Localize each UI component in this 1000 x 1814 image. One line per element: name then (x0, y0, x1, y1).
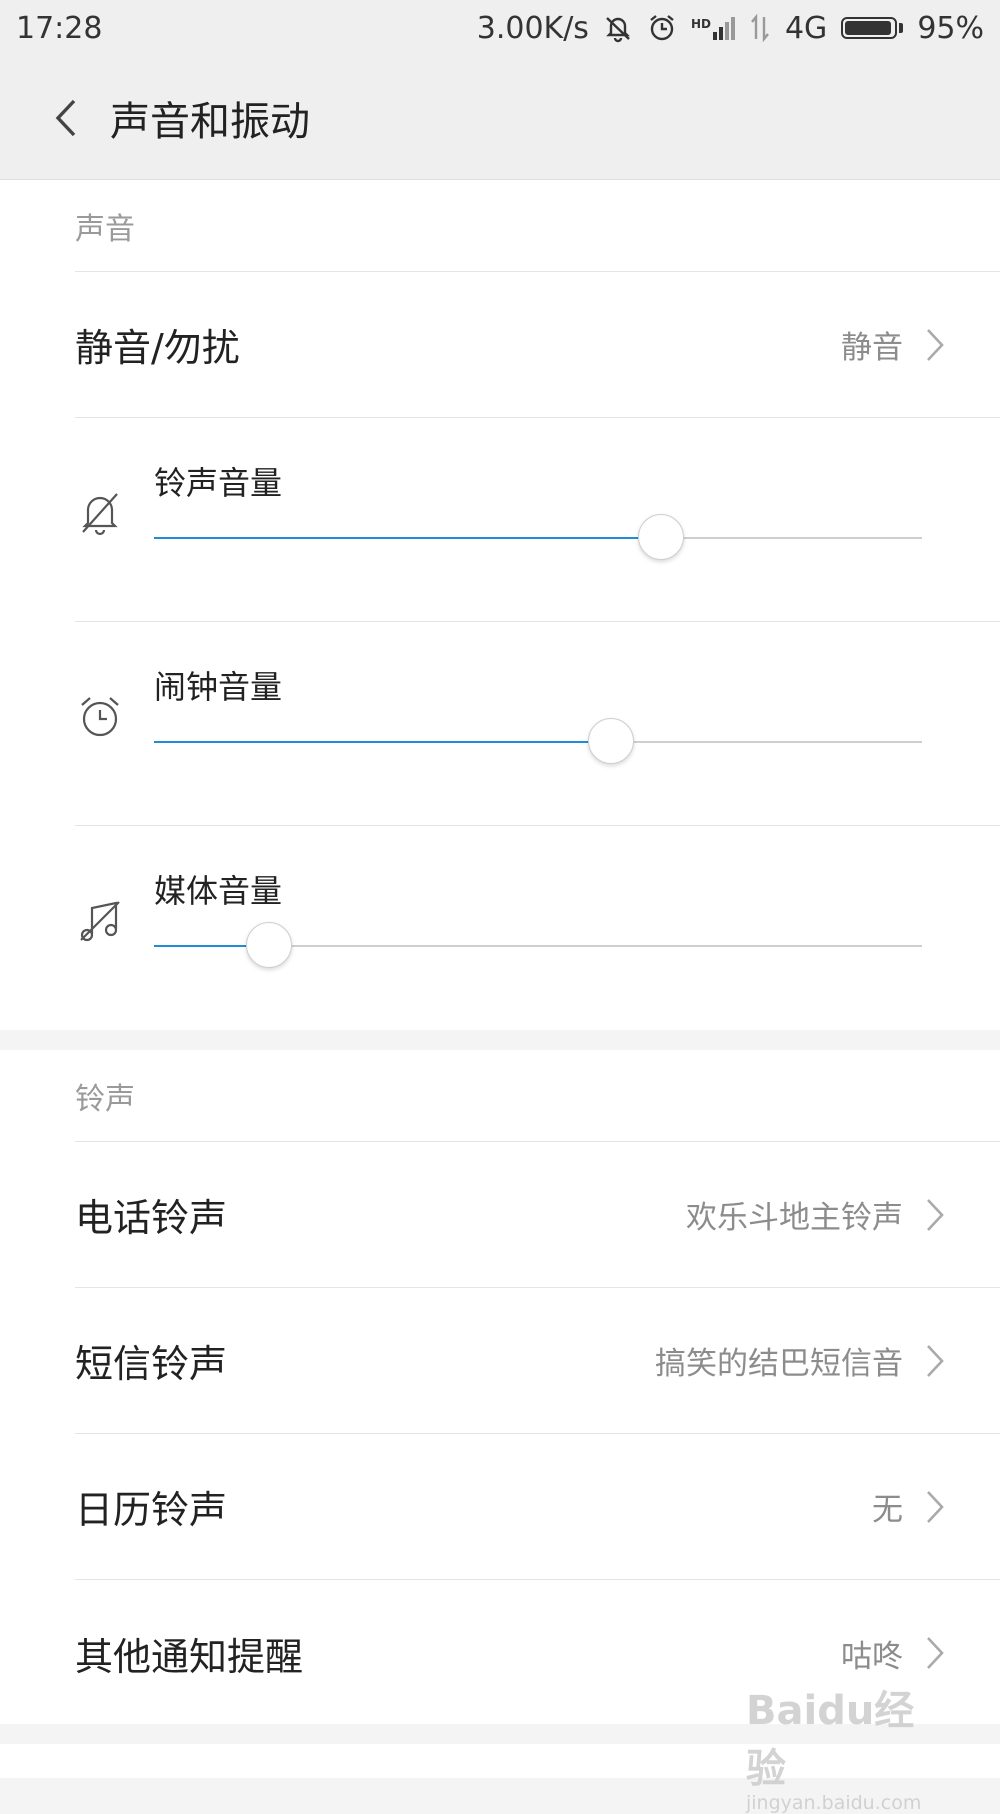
phone-ringtone-row[interactable]: 电话铃声 欢乐斗地主铃声 (75, 1142, 1000, 1288)
alarm-icon (650, 15, 674, 41)
row-value: 咕咚 (841, 1638, 903, 1675)
hd-badge: HD (690, 16, 711, 31)
slider-thumb[interactable] (246, 922, 293, 968)
dnd-value: 静音 (841, 330, 903, 366)
data-arrows-icon (751, 13, 769, 43)
ring-volume-label: 铃声音量 (154, 464, 283, 502)
section-title-sound: 声音 (75, 180, 1000, 272)
alarm-volume-slider[interactable] (154, 718, 922, 764)
muted-music-icon (80, 901, 120, 942)
network-type: 4G (784, 10, 828, 46)
status-time: 17:28 (16, 10, 103, 46)
muted-bell-icon (82, 493, 118, 536)
section-title-ringtone: 铃声 (75, 1050, 1000, 1142)
dnd-row[interactable]: 静音/勿扰 静音 (75, 272, 1000, 418)
chevron-right-icon (927, 1637, 944, 1669)
ringtone-section: 铃声 电话铃声 欢乐斗地主铃声 短信铃声 搞笑的结巴短信音 日历铃声 无 其他通… (0, 1050, 1000, 1724)
alarm-clock-icon (81, 697, 119, 737)
net-speed: 3.00K/s (476, 10, 589, 46)
alarm-volume-row: 闹钟音量 (75, 622, 1000, 826)
slider-fill (154, 741, 611, 743)
ring-volume-row: 铃声音量 (75, 418, 1000, 622)
watermark-main: Baidu经验 (746, 1688, 915, 1792)
row-value: 无 (872, 1492, 903, 1528)
row-label: 其他通知提醒 (75, 1634, 304, 1679)
media-volume-slider[interactable] (154, 922, 922, 968)
slider-fill (154, 537, 661, 539)
chevron-right-icon (927, 328, 944, 361)
media-volume-row: 媒体音量 (75, 826, 1000, 1030)
alarm-volume-label: 闹钟音量 (154, 668, 283, 706)
dnd-label: 静音/勿扰 (75, 326, 240, 370)
signal-icon: HD (690, 16, 735, 40)
slider-thumb[interactable] (637, 514, 684, 560)
status-icons: 3.00K/s HD 4G 95% (477, 11, 984, 46)
battery-icon (841, 17, 904, 39)
page-title: 声音和振动 (110, 98, 310, 145)
slider-thumb[interactable] (587, 718, 634, 764)
mute-bell-icon (606, 17, 630, 43)
app-bar: 声音和振动 (0, 56, 1000, 180)
chevron-right-icon (927, 1490, 944, 1523)
row-label: 短信铃声 (75, 1342, 228, 1386)
chevron-right-icon (927, 1198, 944, 1231)
watermark-sub: jingyan.baidu.com (746, 1792, 922, 1814)
ring-volume-slider[interactable] (154, 514, 922, 560)
chevron-right-icon (927, 1344, 944, 1377)
baidu-watermark: Baidu经验 jingyan.baidu.com (746, 1678, 946, 1814)
row-value: 欢乐斗地主铃声 (686, 1200, 903, 1236)
calendar-ringtone-row[interactable]: 日历铃声 无 (75, 1434, 1000, 1580)
media-volume-label: 媒体音量 (154, 872, 283, 910)
row-value: 搞笑的结巴短信音 (655, 1346, 903, 1382)
back-button[interactable] (36, 88, 96, 148)
sound-section: 声音 静音/勿扰 静音 铃声音量 闹钟音量 媒体音量 (0, 180, 1000, 1030)
chevron-left-icon (55, 99, 76, 136)
battery-percent: 95% (917, 10, 984, 46)
status-bar: 17:28 3.00K/s HD 4G 95% (0, 0, 1000, 56)
sms-ringtone-row[interactable]: 短信铃声 搞笑的结巴短信音 (75, 1288, 1000, 1434)
row-label: 日历铃声 (75, 1488, 228, 1532)
row-label: 电话铃声 (75, 1196, 228, 1240)
